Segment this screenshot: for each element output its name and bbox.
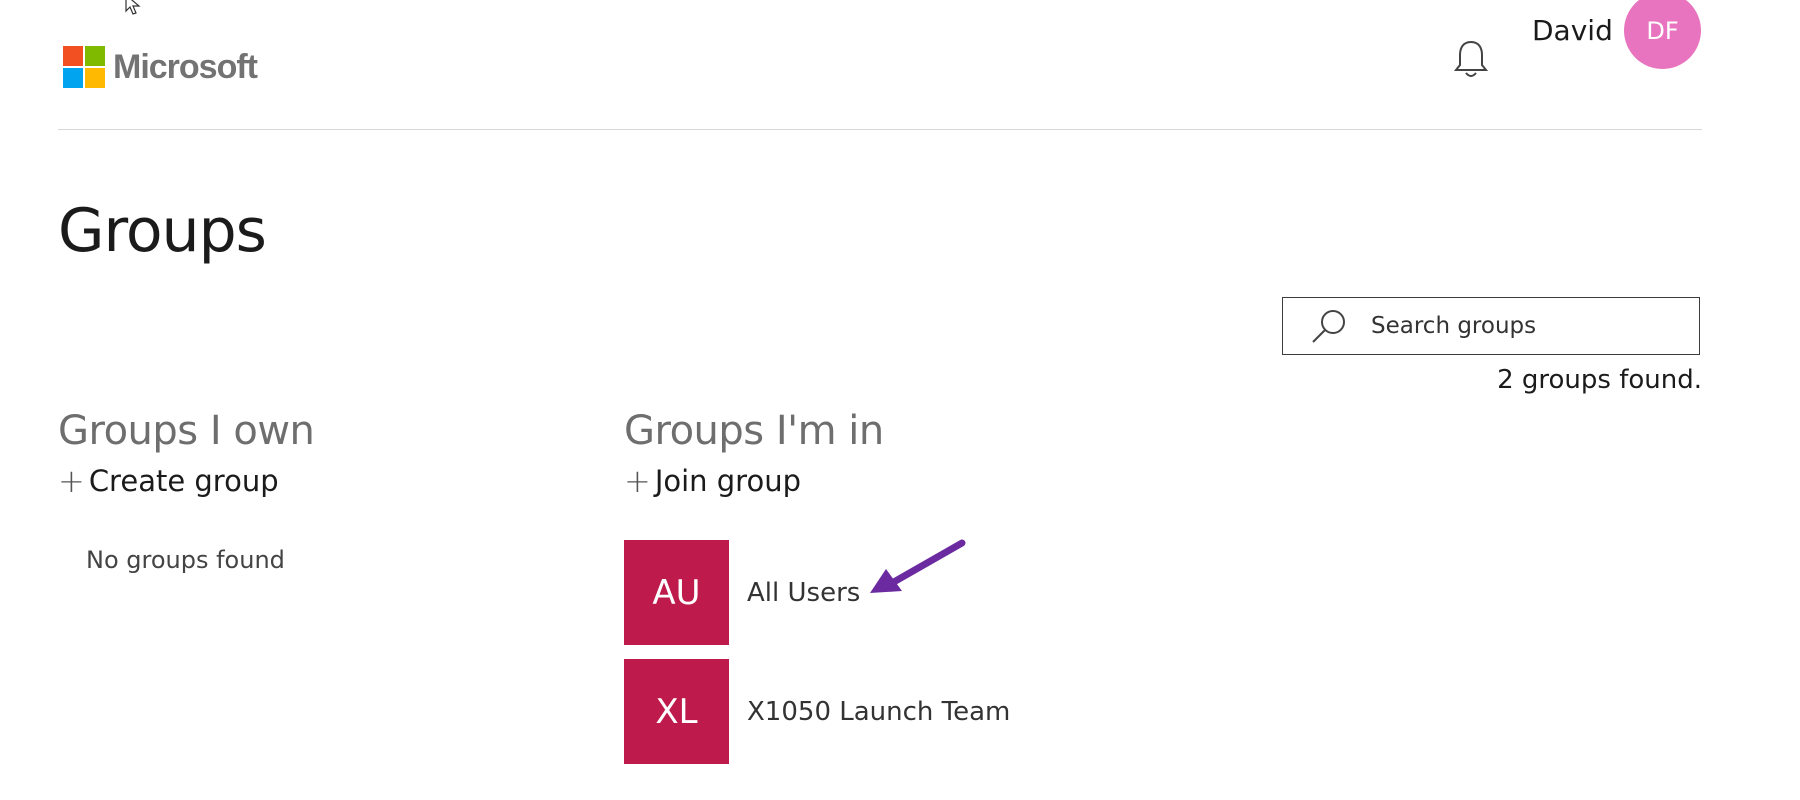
create-group-label: Create group — [88, 464, 279, 498]
groups-page: Microsoft David DF Groups 2 groups found… — [0, 0, 1800, 800]
bell-icon[interactable] — [1453, 38, 1489, 80]
logo-square-yellow — [85, 68, 105, 88]
mouse-cursor-icon — [125, 0, 141, 15]
microsoft-squares-icon — [63, 46, 105, 88]
group-item-x1050-launch-team[interactable]: XL X1050 Launch Team — [624, 659, 1010, 764]
header-divider — [58, 129, 1702, 130]
avatar[interactable]: DF — [1624, 0, 1701, 69]
plus-icon: + — [58, 462, 85, 500]
group-name: X1050 Launch Team — [747, 696, 1011, 727]
logo-square-green — [85, 46, 105, 66]
groups-i-own-empty-text: No groups found — [86, 546, 285, 574]
group-initials: AU — [652, 572, 701, 613]
avatar-initials: DF — [1646, 16, 1679, 45]
join-group-label: Join group — [654, 464, 801, 498]
group-item-all-users[interactable]: AU All Users — [624, 540, 860, 645]
search-icon — [1312, 310, 1345, 343]
group-name: All Users — [747, 577, 861, 608]
groups-im-in-heading: Groups I'm in — [624, 408, 884, 454]
logo-square-red — [63, 46, 83, 66]
logo-square-blue — [63, 68, 83, 88]
plus-icon: + — [624, 462, 651, 500]
logo-text: Microsoft — [113, 47, 258, 86]
group-tile: AU — [624, 540, 729, 645]
groups-i-own-heading: Groups I own — [58, 408, 315, 454]
create-group-button[interactable]: + Create group — [58, 462, 279, 500]
search-input[interactable] — [1369, 312, 1673, 340]
page-title: Groups — [58, 196, 267, 266]
annotation-arrow-icon — [870, 539, 966, 593]
user-name[interactable]: David — [1532, 14, 1613, 47]
microsoft-logo[interactable]: Microsoft — [63, 46, 258, 88]
result-count: 2 groups found. — [1497, 365, 1702, 395]
search-box[interactable] — [1282, 297, 1700, 355]
join-group-button[interactable]: + Join group — [624, 462, 801, 500]
group-tile: XL — [624, 659, 729, 764]
group-initials: XL — [655, 691, 698, 732]
